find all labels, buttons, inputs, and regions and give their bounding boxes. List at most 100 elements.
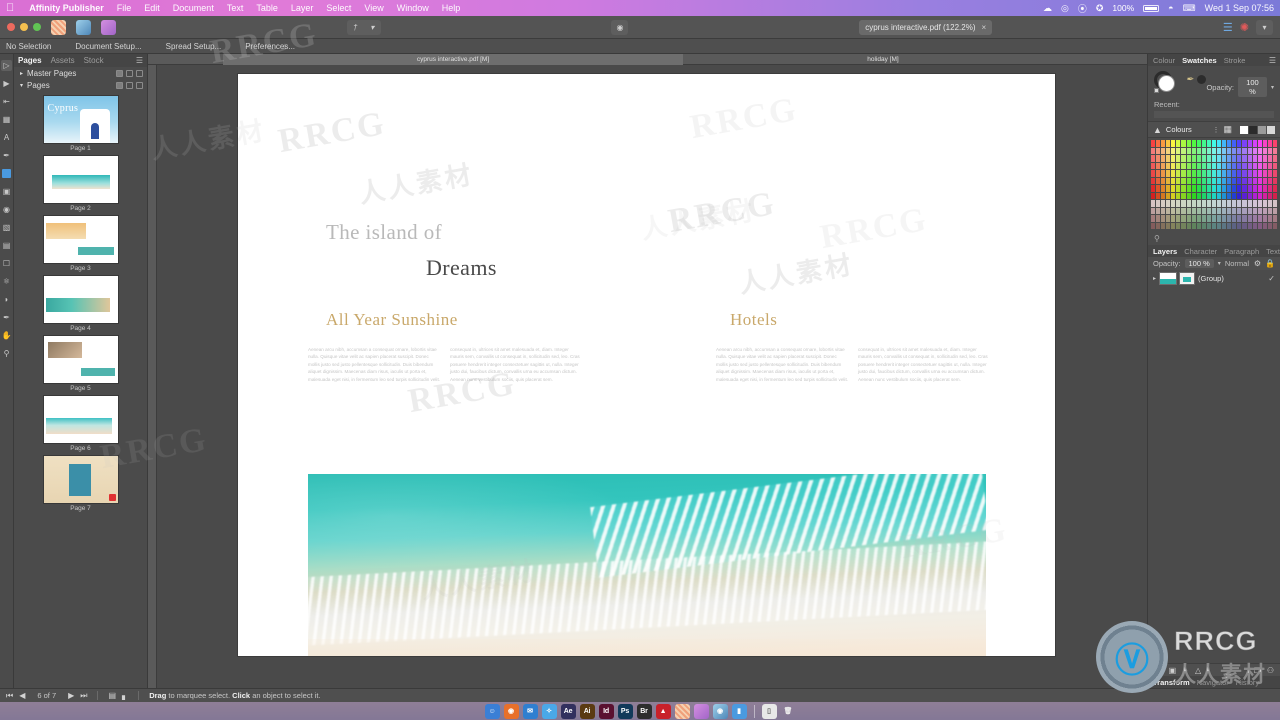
colour-swatch[interactable]: [1237, 192, 1242, 199]
colour-swatch[interactable]: [1267, 147, 1272, 154]
colour-swatch[interactable]: [1237, 155, 1242, 162]
photoshop-icon[interactable]: Ps: [617, 703, 633, 719]
colour-swatch[interactable]: [1257, 185, 1262, 192]
colour-swatch[interactable]: [1217, 162, 1222, 169]
colour-swatch[interactable]: [1211, 207, 1217, 214]
chevron-right-icon[interactable]: ▸: [20, 70, 23, 77]
first-page-icon[interactable]: ⏮: [6, 691, 13, 701]
colour-swatch[interactable]: [1232, 215, 1237, 222]
colour-swatch[interactable]: [1196, 162, 1201, 169]
after-effects-icon[interactable]: Ae: [560, 703, 576, 719]
colour-swatch[interactable]: [1176, 140, 1181, 147]
colour-swatch[interactable]: [1171, 207, 1176, 214]
colour-swatch[interactable]: [1217, 185, 1222, 192]
colour-swatch[interactable]: [1191, 177, 1196, 184]
colour-swatch[interactable]: [1232, 200, 1237, 207]
colour-swatch[interactable]: [1171, 192, 1176, 199]
colour-swatch[interactable]: [1267, 192, 1272, 199]
colour-swatch[interactable]: [1166, 170, 1171, 177]
page-thumbnail-item[interactable]: Cyprus Page 1: [14, 96, 147, 152]
place-image-tool-icon[interactable]: ▧: [1, 222, 12, 233]
colour-swatch[interactable]: [1257, 140, 1262, 147]
colour-swatch[interactable]: [1222, 162, 1227, 169]
publisher-persona-button[interactable]: [51, 19, 66, 35]
colour-swatch[interactable]: [1206, 200, 1211, 207]
page-thumbnail-item[interactable]: Page 6: [14, 396, 147, 452]
colour-swatch[interactable]: [1206, 207, 1211, 214]
colour-swatch[interactable]: [1232, 155, 1237, 162]
colour-swatch[interactable]: [1206, 215, 1211, 222]
preview-icon[interactable]: ▮: [731, 703, 747, 719]
close-window-button[interactable]: [7, 23, 15, 31]
tab-text-styles[interactable]: Text Styles: [1266, 247, 1280, 256]
colour-swatch[interactable]: [1201, 140, 1206, 147]
colour-swatch[interactable]: [1196, 140, 1201, 147]
colour-swatch[interactable]: [1201, 170, 1206, 177]
menu-app-name[interactable]: Affinity Publisher: [29, 3, 104, 13]
menu-item-table[interactable]: Table: [256, 3, 278, 13]
colour-swatch[interactable]: [1151, 170, 1156, 177]
colour-swatch[interactable]: [1181, 222, 1186, 229]
colour-swatch[interactable]: [1161, 222, 1166, 229]
text-frame-dropdown-icon[interactable]: ▾: [364, 20, 381, 35]
colour-swatch[interactable]: [1217, 207, 1222, 214]
colour-swatch[interactable]: [1171, 200, 1176, 207]
affinity-designer-icon[interactable]: [693, 703, 709, 719]
horizontal-ruler[interactable]: cyprus interactive.pdf [M] holiday [M]: [148, 54, 1147, 65]
colour-swatch[interactable]: [1206, 177, 1211, 184]
colour-swatch[interactable]: [1252, 192, 1257, 199]
colour-swatch[interactable]: [1211, 215, 1217, 222]
colour-swatch[interactable]: [1171, 185, 1176, 192]
master-pages-row[interactable]: ▸ Master Pages: [14, 67, 147, 79]
colour-swatch[interactable]: [1272, 170, 1277, 177]
trash-icon[interactable]: 🗑: [781, 704, 796, 719]
colour-swatch[interactable]: [1206, 222, 1211, 229]
move-tool-icon[interactable]: ▷: [1, 60, 12, 71]
colour-swatch[interactable]: [1252, 140, 1257, 147]
page-thumbnail[interactable]: [43, 216, 118, 263]
colour-swatch[interactable]: [1247, 215, 1252, 222]
colour-swatch[interactable]: [1272, 215, 1277, 222]
colour-swatch[interactable]: [1166, 155, 1171, 162]
colour-swatch[interactable]: [1166, 200, 1171, 207]
colour-swatch[interactable]: [1222, 185, 1227, 192]
finder-icon[interactable]: ☺: [484, 703, 500, 719]
colour-swatch[interactable]: [1227, 170, 1232, 177]
colour-swatch[interactable]: [1222, 155, 1227, 162]
colour-swatch[interactable]: [1201, 215, 1206, 222]
colour-swatch[interactable]: [1191, 222, 1196, 229]
colour-swatch[interactable]: [1151, 200, 1156, 207]
colour-swatch[interactable]: [1176, 147, 1181, 154]
colour-swatch[interactable]: [1166, 215, 1171, 222]
apple-icon[interactable]: : [6, 2, 14, 14]
colour-swatch[interactable]: [1227, 185, 1232, 192]
page-thumbnail-item[interactable]: Page 7: [14, 456, 147, 512]
colour-swatch[interactable]: [1211, 140, 1217, 147]
eyedropper-tool-icon[interactable]: ✒: [1, 312, 12, 323]
palette-view-icon[interactable]: ▦: [1223, 124, 1232, 135]
chevron-down-icon[interactable]: ▾: [20, 82, 23, 89]
colour-swatch[interactable]: [1257, 147, 1262, 154]
colour-swatch[interactable]: [1227, 207, 1232, 214]
colour-swatch[interactable]: [1262, 140, 1267, 147]
colour-swatch[interactable]: [1201, 192, 1206, 199]
acrobat-icon[interactable]: ▲: [655, 703, 671, 719]
colour-swatch[interactable]: [1206, 155, 1211, 162]
colour-swatch[interactable]: [1166, 207, 1171, 214]
colour-swatch[interactable]: [1242, 200, 1247, 207]
colour-swatch[interactable]: [1211, 147, 1217, 154]
adjustment-icon[interactable]: ◑: [1183, 666, 1188, 675]
effects-icon[interactable]: △: [1195, 666, 1201, 675]
document-tab[interactable]: cyprus interactive.pdf (122.2%) ×: [859, 19, 993, 35]
colour-swatch[interactable]: [1232, 222, 1237, 229]
colour-swatch[interactable]: [1186, 162, 1191, 169]
panel-search-row[interactable]: ⚲: [1148, 232, 1280, 245]
artistic-text-tool-icon[interactable]: A: [1, 132, 12, 143]
tab-pages[interactable]: Pages: [18, 56, 42, 65]
colour-swatch[interactable]: [1242, 207, 1247, 214]
colour-swatch[interactable]: [1181, 185, 1186, 192]
blend-mode-select[interactable]: Normal: [1225, 259, 1250, 268]
zoom-tool-icon[interactable]: ⚲: [1, 348, 12, 359]
mini-swatch-row[interactable]: [1240, 125, 1275, 134]
colour-swatch[interactable]: [1156, 185, 1161, 192]
